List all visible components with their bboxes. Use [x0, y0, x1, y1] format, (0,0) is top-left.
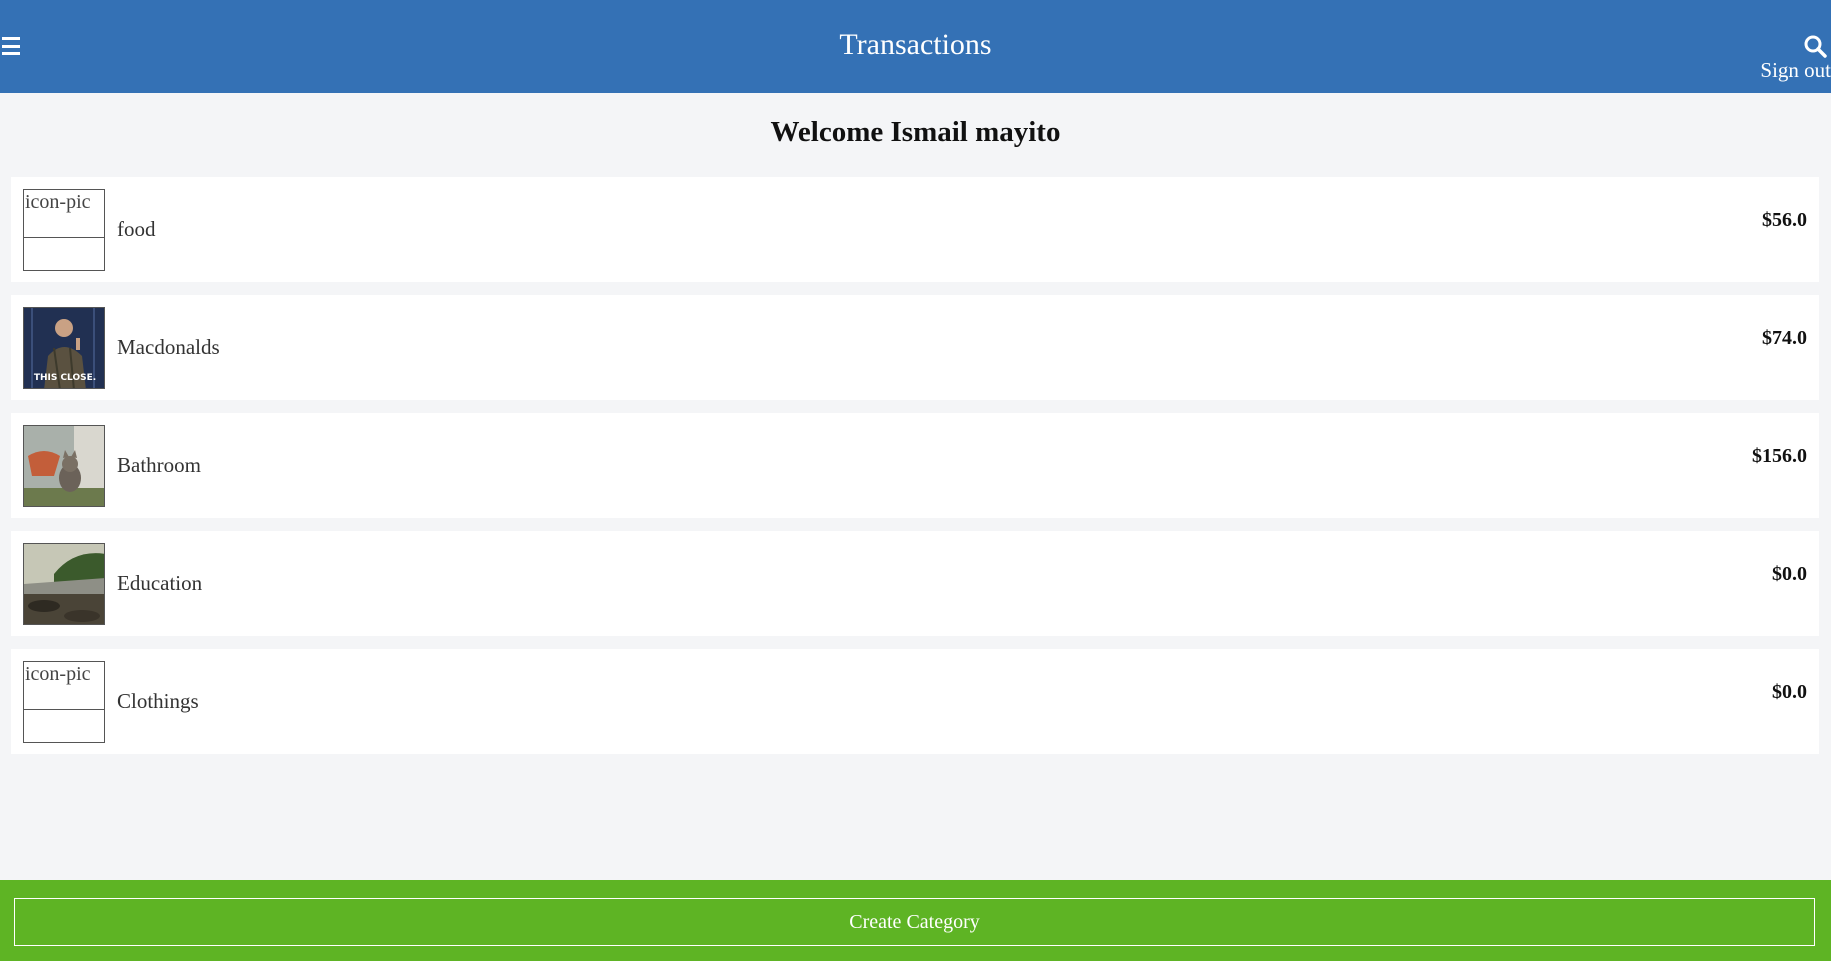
category-label: Bathroom — [117, 453, 201, 477]
category-row-education[interactable]: Education $0.0 — [11, 531, 1819, 636]
category-row-bathroom[interactable]: Bathroom $156.0 — [11, 413, 1819, 518]
page-title: Transactions — [839, 28, 992, 61]
category-amount: $0.0 — [1772, 563, 1807, 585]
app-header: Transactions Sign out — [0, 0, 1831, 93]
category-amount: $74.0 — [1762, 327, 1807, 349]
category-label: Clothings — [117, 689, 199, 713]
category-label: Macdonalds — [117, 335, 220, 359]
broken-image-icon: icon-pic — [23, 661, 105, 743]
footer-bar: Create Category — [0, 880, 1831, 961]
category-amount: $56.0 — [1762, 209, 1807, 231]
category-row-macdonalds[interactable]: THIS CLOSE. Macdonalds $74.0 — [11, 295, 1819, 400]
category-label: Education — [117, 571, 203, 595]
broken-image-icon: icon-pic — [23, 189, 105, 271]
search-icon[interactable] — [1803, 34, 1827, 58]
category-row-clothings[interactable]: icon-pic Clothings $0.0 — [11, 649, 1819, 754]
category-photo-thumbnail — [23, 543, 105, 625]
create-category-button[interactable]: Create Category — [14, 898, 1815, 946]
welcome-heading: Welcome Ismail mayito — [770, 116, 1061, 148]
category-amount: $156.0 — [1752, 445, 1807, 467]
category-photo-thumbnail — [23, 425, 105, 507]
sign-out-link[interactable]: Sign out — [1760, 58, 1831, 83]
category-amount: $0.0 — [1772, 681, 1807, 703]
category-list: icon-pic food $56.0 THIS CLOSE. Macdonal… — [11, 177, 1819, 767]
category-label: food — [117, 217, 156, 241]
thumbnail-caption: THIS CLOSE. — [34, 373, 96, 383]
category-photo-thumbnail: THIS CLOSE. — [23, 307, 105, 389]
category-row-food[interactable]: icon-pic food $56.0 — [11, 177, 1819, 282]
